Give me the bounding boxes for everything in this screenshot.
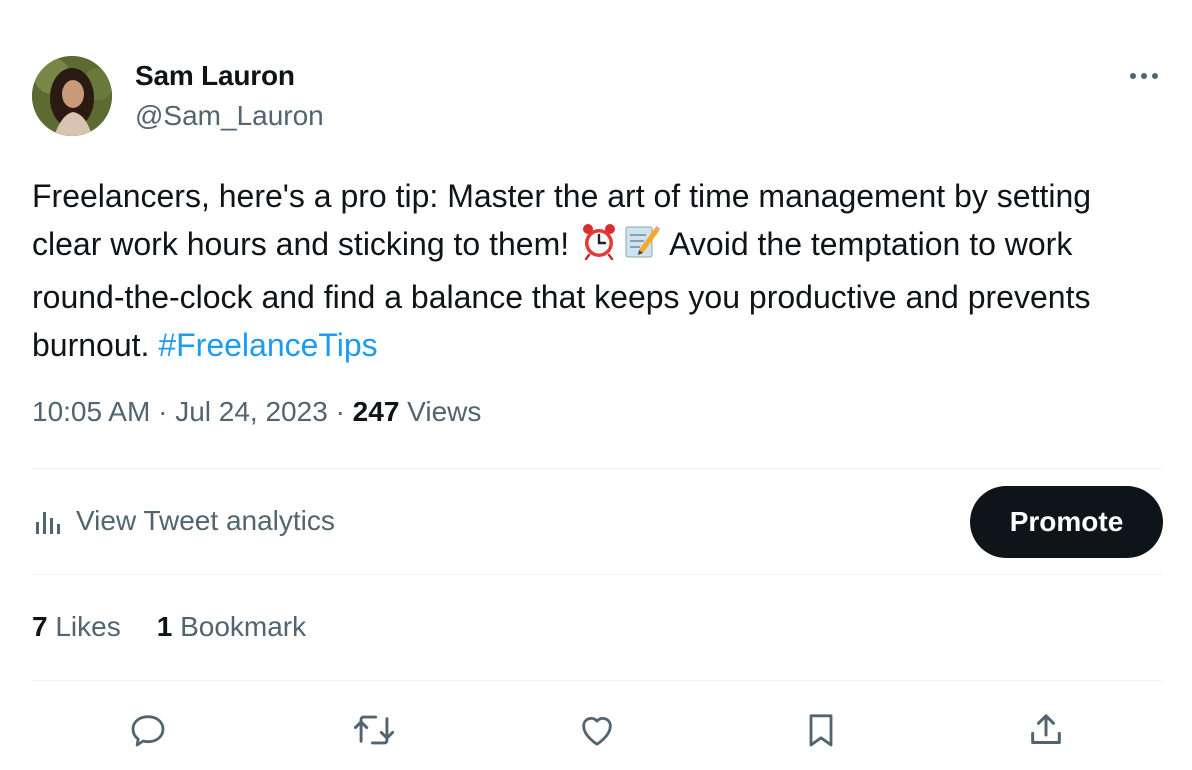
engagement-stats: 7 Likes 1 Bookmark — [32, 611, 306, 643]
promote-button[interactable]: Promote — [970, 486, 1163, 558]
avatar-photo — [32, 56, 112, 136]
user-handle[interactable]: @Sam_Lauron — [135, 100, 324, 132]
hashtag-link[interactable]: #FreelanceTips — [158, 327, 377, 363]
bookmarks-stat[interactable]: 1 Bookmark — [157, 611, 306, 642]
more-icon — [1130, 73, 1158, 79]
share-button[interactable] — [1024, 708, 1068, 752]
views-label: Views — [407, 396, 482, 427]
retweet-button[interactable] — [352, 708, 396, 752]
bookmarks-label: Bookmark — [180, 611, 307, 642]
share-icon — [1031, 714, 1061, 744]
analytics-icon — [36, 512, 60, 534]
retweet-icon — [353, 715, 395, 745]
likes-label: Likes — [55, 611, 121, 642]
likes-stat[interactable]: 7 Likes — [32, 611, 121, 642]
tweet-meta: 10:05 AM · Jul 24, 2023 · 247 Views — [32, 396, 481, 428]
memo-emoji — [622, 222, 661, 273]
tweet-detail: Sam Lauron @Sam_Lauron Freelancers, here… — [0, 0, 1192, 770]
divider — [32, 680, 1163, 681]
divider — [32, 574, 1163, 575]
like-button[interactable] — [575, 708, 619, 752]
bookmark-button[interactable] — [799, 708, 843, 752]
reply-button[interactable] — [126, 708, 170, 752]
meta-separator: · — [335, 396, 345, 427]
more-options-button[interactable] — [1122, 58, 1166, 94]
bookmark-icon — [809, 714, 833, 747]
avatar[interactable] — [32, 56, 112, 136]
alarm-clock-emoji — [580, 222, 618, 273]
view-analytics-link[interactable]: View Tweet analytics — [32, 504, 335, 538]
meta-separator: · — [158, 396, 168, 427]
analytics-label: View Tweet analytics — [76, 505, 335, 536]
display-name[interactable]: Sam Lauron — [135, 60, 295, 92]
tweet-time[interactable]: 10:05 AM — [32, 396, 150, 427]
like-icon — [582, 716, 612, 746]
views-count: 247 — [352, 396, 400, 427]
likes-count: 7 — [32, 611, 48, 642]
tweet-date[interactable]: Jul 24, 2023 — [175, 396, 328, 427]
tweet-text: Freelancers, here's a pro tip: Master th… — [32, 172, 1162, 369]
reply-icon — [131, 715, 165, 747]
bookmarks-count: 1 — [156, 611, 173, 642]
divider — [32, 468, 1163, 469]
